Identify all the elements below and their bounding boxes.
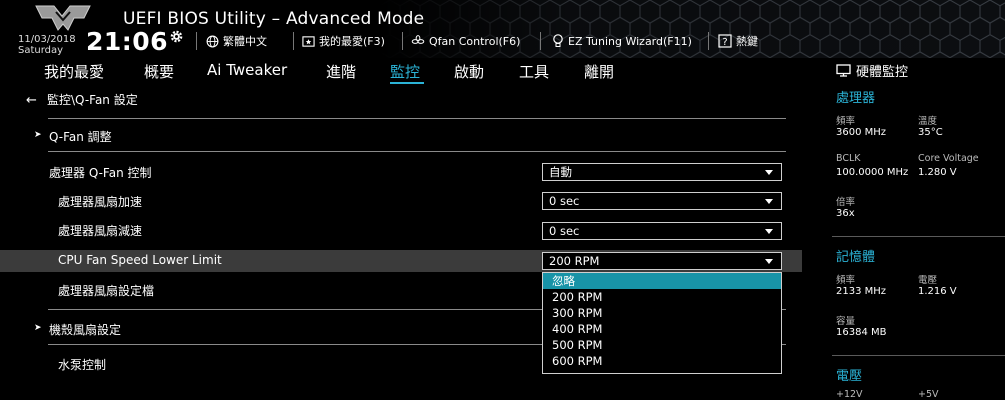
memory-voltage-value: 1.216 V <box>918 286 957 297</box>
gear-icon[interactable] <box>169 29 184 44</box>
header-divider <box>402 32 403 50</box>
qfan-control-label: Qfan Control(F6) <box>429 34 521 48</box>
chevron-down-icon <box>765 259 773 264</box>
chevron-down-icon <box>765 229 773 234</box>
dropdown-option-ignore[interactable]: 忽略 <box>543 273 781 289</box>
tab-ai-tweaker[interactable]: Ai Tweaker <box>207 61 287 79</box>
hardware-monitor-title: 硬體監控 <box>836 61 908 80</box>
ratio-label: 倍率 <box>836 197 856 208</box>
core-voltage-label: Core Voltage <box>918 153 979 164</box>
lower-limit-dropdown-list: 忽略 200 RPM 300 RPM 400 RPM 500 RPM 600 R… <box>542 272 782 374</box>
cpu-fan-lower-limit-value: 200 RPM <box>549 254 600 268</box>
ratio-value: 36x <box>836 208 855 219</box>
cpu-temperature-label: 溫度 <box>918 116 938 127</box>
water-pump-control-label[interactable]: 水泵控制 <box>58 356 106 373</box>
panel-divider <box>832 355 1005 356</box>
voltage-section-title: 電壓 <box>836 369 863 384</box>
cpu-fan-step-up-label: 處理器風扇加速 <box>58 195 143 209</box>
cpu-fan-step-down-value: 0 sec <box>549 224 580 238</box>
header-divider <box>708 32 709 50</box>
header-divider <box>540 32 541 50</box>
divider <box>48 151 786 152</box>
memory-capacity-value: 16384 MB <box>836 327 887 338</box>
cpu-fan-lower-limit-label: CPU Fan Speed Lower Limit <box>58 253 222 267</box>
memory-section-title: 記憶體 <box>836 250 876 265</box>
cpu-fan-profile-label[interactable]: 處理器風扇設定檔 <box>58 282 154 299</box>
ez-tuning-wizard-label: EZ Tuning Wizard(F11) <box>568 34 692 48</box>
cpu-temperature-value: 35°C <box>918 127 943 138</box>
cpu-fan-step-down-select[interactable]: 0 sec <box>542 222 782 240</box>
cpu-qfan-control-label: 處理器 Q-Fan 控制 <box>49 166 152 180</box>
tab-advanced[interactable]: 進階 <box>326 61 356 82</box>
cpu-fan-step-up-value: 0 sec <box>549 194 580 208</box>
cpu-qfan-control-select[interactable]: 自動 <box>542 163 782 181</box>
date-display: 11/03/2018 Saturday <box>18 34 76 56</box>
svg-text:?: ? <box>722 37 727 48</box>
clock: 21:06 <box>86 27 169 56</box>
back-arrow-icon[interactable]: ← <box>26 93 37 108</box>
hotkeys-button[interactable]: ? 熱鍵 <box>718 33 758 49</box>
globe-icon <box>206 35 219 47</box>
header-divider <box>196 32 197 50</box>
tab-boot[interactable]: 啟動 <box>454 61 484 82</box>
header-divider <box>293 32 294 50</box>
expand-arrow-icon: ➤ <box>34 130 42 140</box>
hardware-monitor-label: 硬體監控 <box>856 65 909 80</box>
bclk-value: 100.0000 MHz <box>836 167 909 178</box>
tab-my-favorites[interactable]: 我的最愛 <box>44 61 104 82</box>
memory-capacity-label: 容量 <box>836 316 856 327</box>
help-icon: ? <box>718 34 732 48</box>
weekday-text: Saturday <box>18 45 64 56</box>
language-button[interactable]: 繁體中文 <box>206 33 267 49</box>
core-voltage-value: 1.280 V <box>918 167 957 178</box>
dropdown-option-200-rpm[interactable]: 200 RPM <box>543 289 781 305</box>
cpu-section-title: 處理器 <box>836 91 876 106</box>
hotkeys-label: 熱鍵 <box>736 35 758 48</box>
chassis-fan-settings-item[interactable]: 機殼風扇設定 <box>49 321 121 338</box>
header-bar: UEFI BIOS Utility – Advanced Mode 11/03/… <box>0 0 1005 58</box>
date-text: 11/03/2018 <box>18 34 76 45</box>
monitor-icon <box>836 64 851 77</box>
my-favorite-button[interactable]: 我的最愛(F3) <box>302 33 385 49</box>
main-nav: 我的最愛 概要 Ai Tweaker 進階 監控 啟動 工具 離開 <box>0 58 820 86</box>
dropdown-option-500-rpm[interactable]: 500 RPM <box>543 337 781 353</box>
hexagon-pattern-background <box>380 0 1005 58</box>
memory-voltage-label: 電壓 <box>918 275 938 286</box>
cpu-frequency-label: 頻率 <box>836 116 856 127</box>
bclk-label: BCLK <box>836 153 861 164</box>
fan-icon <box>411 34 425 44</box>
tab-monitor[interactable]: 監控 <box>390 61 420 82</box>
v5-label: +5V <box>918 389 939 400</box>
tab-main[interactable]: 概要 <box>144 61 174 82</box>
panel-divider <box>832 236 1005 237</box>
tab-tool[interactable]: 工具 <box>519 61 549 82</box>
divider <box>48 118 786 119</box>
chevron-down-icon <box>765 199 773 204</box>
cpu-fan-step-down-label: 處理器風扇減速 <box>58 224 143 238</box>
dropdown-option-400-rpm[interactable]: 400 RPM <box>543 321 781 337</box>
ez-tuning-wizard-button[interactable]: EZ Tuning Wizard(F11) <box>552 33 692 49</box>
dropdown-option-300-rpm[interactable]: 300 RPM <box>543 305 781 321</box>
memory-frequency-label: 頻率 <box>836 275 856 286</box>
dropdown-option-600-rpm[interactable]: 600 RPM <box>543 353 781 369</box>
app-title: UEFI BIOS Utility – Advanced Mode <box>123 9 425 29</box>
cpu-qfan-control-value: 自動 <box>549 165 572 179</box>
language-label: 繁體中文 <box>223 35 267 48</box>
favorite-icon <box>302 35 315 47</box>
my-favorite-label: 我的最愛(F3) <box>319 35 385 48</box>
breadcrumb: 監控\Q-Fan 設定 <box>47 93 138 107</box>
tuf-logo <box>35 5 91 31</box>
memory-frequency-value: 2133 MHz <box>836 286 887 297</box>
expand-arrow-icon: ➤ <box>34 323 42 333</box>
chevron-down-icon <box>765 170 773 175</box>
cpu-fan-step-up-select[interactable]: 0 sec <box>542 192 782 210</box>
active-tab-indicator <box>390 82 424 84</box>
cpu-fan-lower-limit-select[interactable]: 200 RPM <box>542 252 782 270</box>
tab-exit[interactable]: 離開 <box>584 61 614 82</box>
lightbulb-icon <box>553 34 563 47</box>
qfan-control-button[interactable]: Qfan Control(F6) <box>411 33 520 49</box>
cpu-frequency-value: 3600 MHz <box>836 127 887 138</box>
qfan-tuning-item[interactable]: Q-Fan 調整 <box>49 128 112 145</box>
v12-label: +12V <box>836 389 863 400</box>
